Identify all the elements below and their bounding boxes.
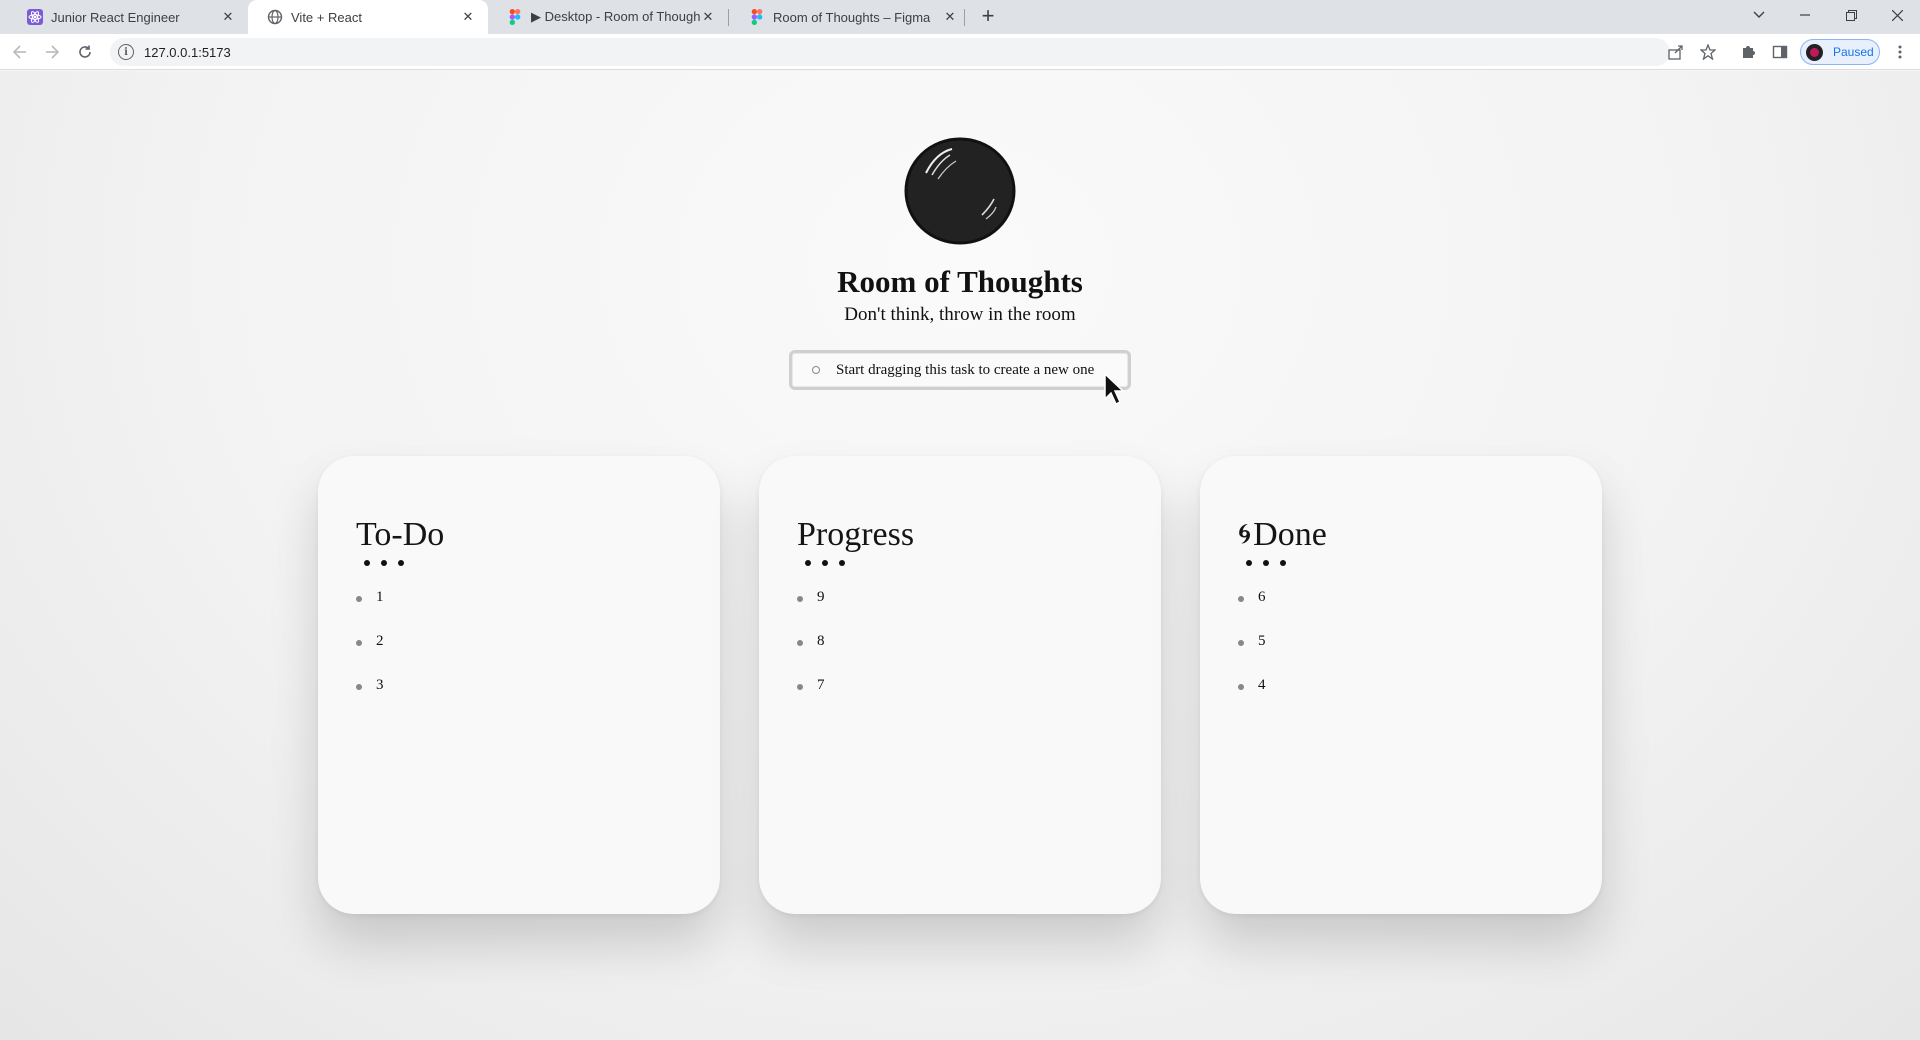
page-subtitle: Don't think, throw in the room [844,304,1076,325]
app-page: Room of Thoughts Don't think, throw in t… [0,71,1920,1040]
menu-kebab-icon[interactable] [1888,40,1912,64]
close-tab-icon[interactable]: ✕ [700,9,716,25]
page-title: Room of Thoughts [837,264,1083,299]
extensions-puzzle-icon[interactable] [1736,40,1760,64]
draggable-task-template[interactable]: Start dragging this task to create a new… [789,350,1131,390]
task-item[interactable]: 8 [797,630,825,674]
column-done[interactable]: 🌀︎ Done 6 5 4 [1200,456,1602,914]
figma-icon [507,9,523,25]
globe-icon [267,9,283,25]
column-dots-icon[interactable] [1246,560,1286,566]
tab-search-icon[interactable] [1736,0,1782,30]
task-list: 6 5 4 [1238,586,1266,718]
tab-title: Vite + React [291,9,362,25]
column-todo[interactable]: To-Do 1 2 3 [318,456,720,914]
tab-title: Room of Thoughts – Figma [773,9,931,25]
tab-room-of-thoughts-figma[interactable]: Room of Thoughts – Figma ✕ [730,0,970,34]
react-app-icon [27,9,43,25]
room-logo-icon [902,135,1018,247]
column-title-text: To-Do [356,516,445,553]
tab-desktop-room-of-thoughts[interactable]: ▶ Desktop - Room of Thoughts ✕ [488,0,728,34]
avatar [1806,43,1823,61]
task-item[interactable]: 5 [1238,630,1266,674]
restore-icon[interactable] [1828,0,1874,30]
profile-button[interactable]: Paused [1800,39,1880,65]
bookmark-star-icon[interactable] [1696,40,1720,64]
share-icon[interactable] [1664,40,1688,64]
tab-vite-react[interactable]: Vite + React ✕ [248,0,488,34]
swirl-icon: 🌀︎ [1238,519,1252,550]
column-title: 🌀︎ Done [1238,516,1327,554]
column-dots-icon[interactable] [364,560,404,566]
tab-strip: Junior React Engineer ✕ Vite + React ✕ ▶… [0,0,1920,34]
profile-status-label: Paused [1833,45,1874,59]
column-title-text: Done [1253,516,1327,553]
task-list: 1 2 3 [356,586,384,718]
close-tab-icon[interactable]: ✕ [942,9,958,25]
forward-icon[interactable] [40,40,64,64]
url-text: 127.0.0.1:5173 [144,44,231,60]
tab-title: ▶ Desktop - Room of Thoughts [531,9,700,24]
task-item[interactable]: 2 [356,630,384,674]
task-item[interactable]: 6 [1238,586,1266,630]
minimize-icon[interactable] [1782,0,1828,30]
task-list: 9 8 7 [797,586,825,718]
tab-junior-react-engineer[interactable]: Junior React Engineer ✕ [8,0,248,34]
task-item[interactable]: 7 [797,674,825,718]
column-dots-icon[interactable] [805,560,845,566]
column-title: Progress [797,516,914,554]
task-item[interactable]: 9 [797,586,825,630]
tab-separator [728,9,729,26]
column-progress[interactable]: Progress 9 8 7 [759,456,1161,914]
new-tab-icon[interactable]: + [976,5,1000,29]
tab-separator [964,9,965,26]
reload-icon[interactable] [73,40,97,64]
mouse-pointer-icon [1104,372,1128,407]
side-panel-icon[interactable] [1768,40,1792,64]
close-tab-icon[interactable]: ✕ [460,9,476,25]
task-item[interactable]: 4 [1238,674,1266,718]
task-circle-icon [812,366,820,374]
drag-task-label: Start dragging this task to create a new… [836,361,1095,378]
tab-title: Junior React Engineer [51,9,180,25]
close-window-icon[interactable] [1874,0,1920,30]
site-info-icon[interactable]: i [118,44,134,60]
figma-icon [749,9,765,25]
back-icon[interactable] [8,40,32,64]
column-title-text: Progress [797,516,915,553]
task-item[interactable]: 1 [356,586,384,630]
close-tab-icon[interactable]: ✕ [220,9,236,25]
column-title: To-Do [356,516,444,554]
task-item[interactable]: 3 [356,674,384,718]
address-bar[interactable]: i 127.0.0.1:5173 [110,38,1670,66]
browser-toolbar: i 127.0.0.1:5173 Paused [0,34,1920,70]
